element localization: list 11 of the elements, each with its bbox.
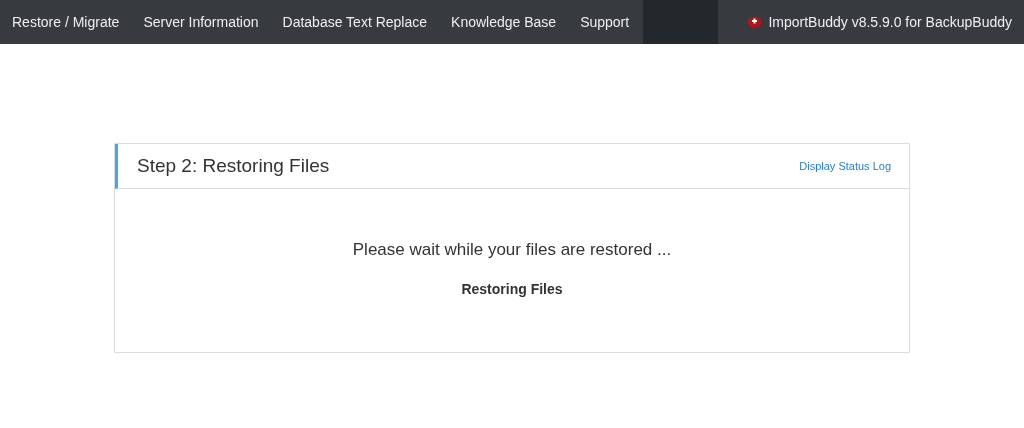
nav-link[interactable]: Database Text Replace	[270, 0, 440, 44]
status-text: Restoring Files	[461, 279, 563, 299]
nav-link[interactable]: Server Information	[131, 0, 271, 44]
wait-message: Please wait while your files are restored ...	[352, 239, 672, 261]
logo-icon	[747, 16, 763, 28]
panel-title: Step 2: Restoring Files	[137, 153, 330, 178]
nav-link[interactable]: Restore / Migrate	[0, 0, 132, 44]
nav-link[interactable]: Support	[568, 0, 642, 44]
nav-link[interactable]: Knowledge Base	[439, 0, 569, 44]
product-title: ImportBuddy v8.5.9.0 for BackupBuddy	[768, 12, 1012, 32]
status-log-link[interactable]: Display Status Log	[799, 157, 891, 175]
